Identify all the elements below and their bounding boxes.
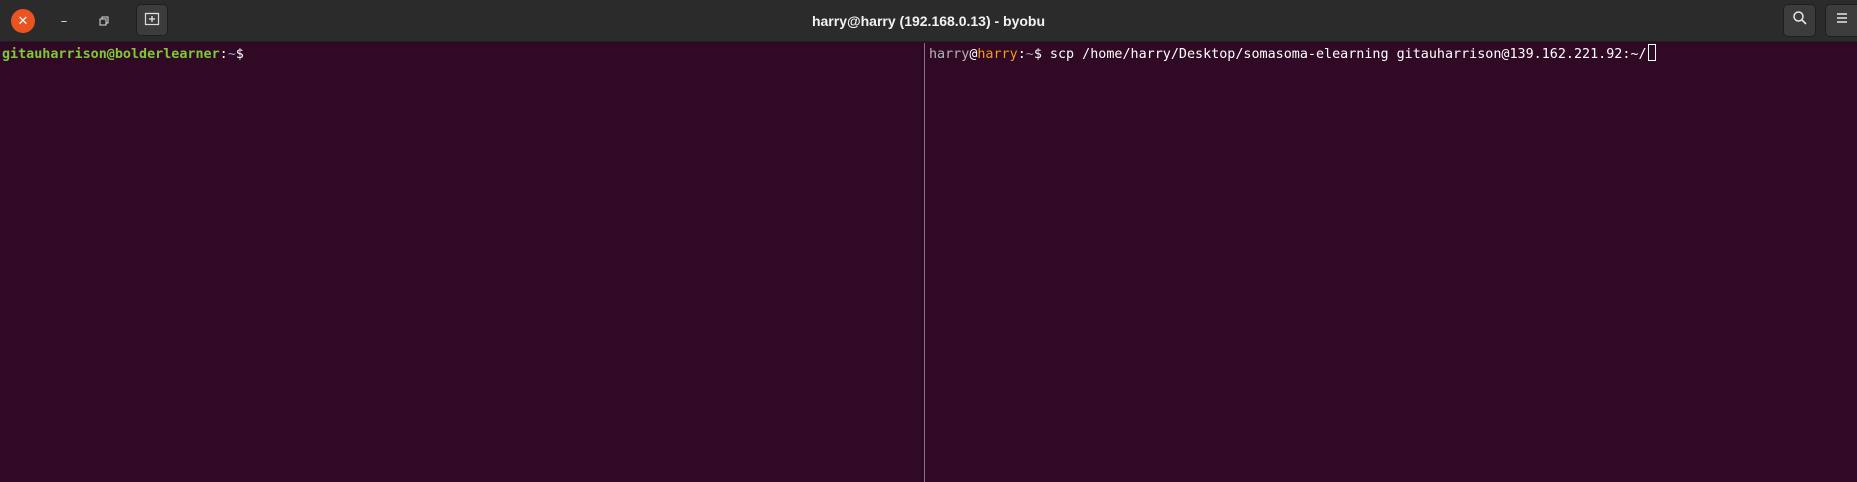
prompt-symbol: $ [1033, 47, 1042, 62]
command-text: scp /home/harry/Desktop/somasoma-elearni… [1041, 47, 1647, 62]
restore-icon[interactable] [92, 9, 116, 33]
menu-button[interactable] [1825, 4, 1857, 37]
hamburger-menu-icon [1835, 11, 1849, 30]
search-icon [1792, 10, 1808, 31]
prompt-symbol: $ [235, 47, 244, 62]
pane-divider[interactable] [924, 43, 925, 482]
prompt-colon: : [1017, 47, 1026, 62]
window-title: harry@harry (192.168.0.13) - byobu [811, 13, 1046, 29]
terminal-window: ✕ – harry@harry (192.168.0.13) - byobu g… [0, 0, 1857, 482]
right-terminal-pane[interactable]: harry@harry:~$ scp /home/harry/Desktop/s… [926, 43, 1857, 482]
prompt-user-host: gitauharrison@bolderlearner [2, 47, 220, 62]
prompt-path: ~ [1025, 47, 1034, 62]
close-icon[interactable]: ✕ [11, 9, 35, 33]
left-prompt-line: gitauharrison@bolderlearner:~$ [2, 43, 924, 67]
new-tab-button[interactable] [136, 4, 168, 36]
text-cursor [1647, 44, 1656, 61]
prompt-host: harry [977, 47, 1018, 62]
left-terminal-pane[interactable]: gitauharrison@bolderlearner:~$ [0, 43, 924, 482]
minimize-icon[interactable]: – [52, 9, 76, 33]
header-bar: ✕ – harry@harry (192.168.0.13) - byobu [0, 0, 1857, 42]
prompt-colon: : [219, 47, 228, 62]
prompt-user: harry [929, 47, 970, 62]
search-button[interactable] [1783, 4, 1816, 37]
prompt-path: ~ [227, 47, 236, 62]
new-tab-icon [144, 10, 160, 31]
right-prompt-line: harry@harry:~$ scp /home/harry/Desktop/s… [929, 43, 1857, 67]
